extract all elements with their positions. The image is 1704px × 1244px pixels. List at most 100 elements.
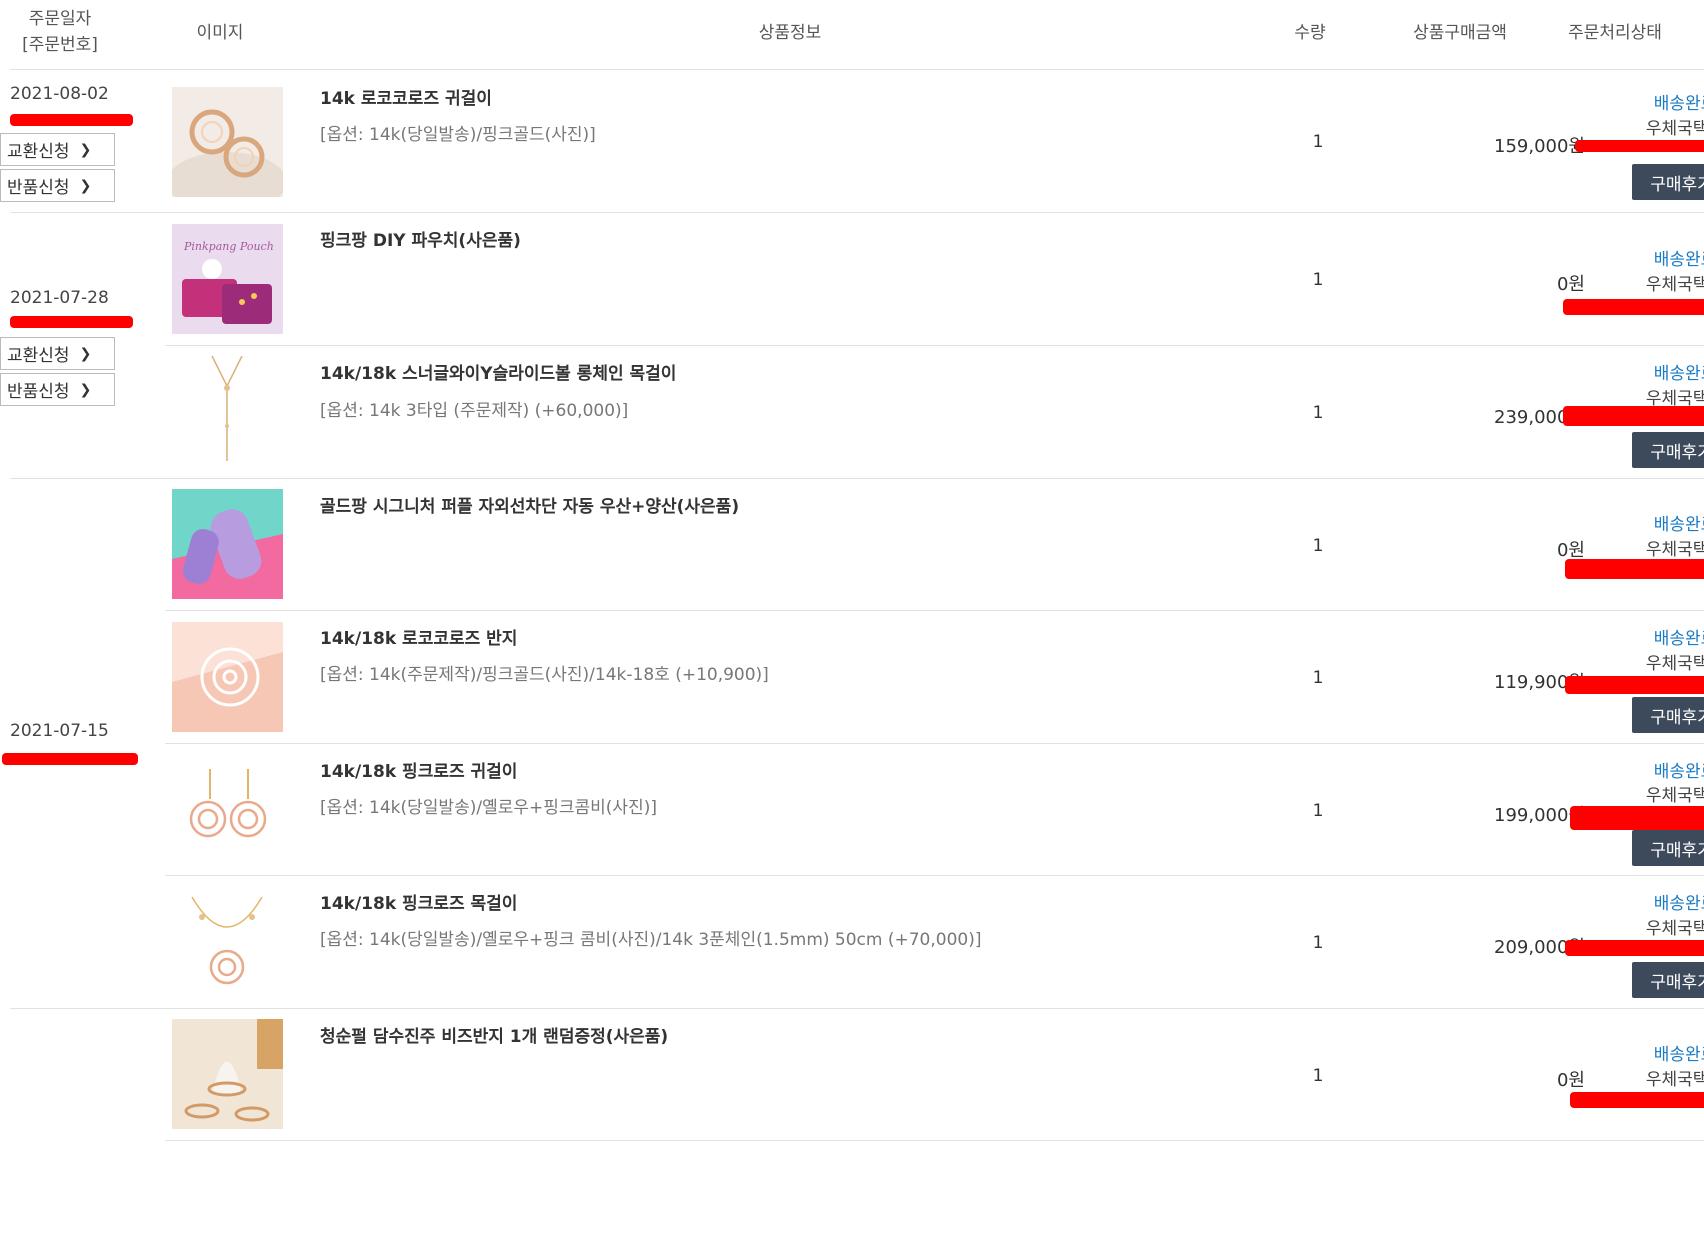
redacted-tracking-number: [1565, 940, 1704, 956]
product-image[interactable]: Pinkpang Pouch: [172, 224, 283, 334]
header-status: 주문처리상태: [1568, 23, 1662, 43]
amount: 0원: [1556, 1070, 1585, 1091]
divider: [165, 1140, 1704, 1141]
chevron-right-icon: ❯: [79, 177, 92, 194]
redacted-tracking-number: [1565, 676, 1704, 694]
amount: 119,900원: [1494, 672, 1585, 693]
quantity: 1: [1312, 1066, 1324, 1086]
header-amount: 상품구매금액: [1413, 23, 1507, 43]
amount: 159,000원: [1494, 136, 1585, 157]
product-option: [옵션: 14k(당일발송)/옐로우+핑크콤비(사진)]: [320, 798, 657, 818]
review-button[interactable]: 구매후기❯: [1632, 432, 1704, 468]
amount: 199,000원: [1494, 805, 1585, 826]
product-image[interactable]: [172, 754, 283, 864]
exchange-button[interactable]: 교환신청 ❯: [0, 133, 115, 166]
product-image[interactable]: [172, 356, 283, 466]
product-image[interactable]: [172, 1019, 283, 1129]
redacted-tracking-number: [1563, 299, 1704, 315]
quantity: 1: [1312, 132, 1324, 152]
product-name[interactable]: 14k 로코코로즈 귀걸이: [320, 84, 492, 109]
carrier-name: 우체국택배: [1645, 919, 1704, 939]
product-image[interactable]: [172, 887, 283, 997]
carrier-name: 우체국택배: [1645, 654, 1704, 674]
header-image: 이미지: [196, 23, 244, 43]
review-button[interactable]: 구매후기❯: [1632, 697, 1704, 733]
quantity: 1: [1312, 933, 1324, 953]
product-option: [옵션: 14k(당일발송)/옐로우+핑크 콤비(사진)/14k 3푼체인(1.…: [320, 930, 982, 950]
review-button[interactable]: 구매후기❯: [1632, 962, 1704, 998]
header-product-info: 상품정보: [758, 23, 822, 43]
order-date: 2021-07-28: [10, 288, 109, 308]
table-header: 주문일자 [주문번호] 이미지 상품정보 수량 상품구매금액 주문처리상태: [10, 0, 1704, 70]
delivery-status-link[interactable]: 배송완료: [1585, 889, 1704, 914]
redacted-tracking-number: [1563, 406, 1704, 426]
pouch-script-text: Pinkpang Pouch: [183, 240, 274, 253]
product-option: [옵션: 14k(당일발송)/핑크골드(사진)]: [320, 125, 596, 145]
carrier-name: 우체국택배: [1645, 119, 1704, 139]
review-button[interactable]: 구매후기❯: [1632, 830, 1704, 866]
product-image[interactable]: [172, 622, 283, 732]
product-option: [옵션: 14k(주문제작)/핑크골드(사진)/14k-18호 (+10,900…: [320, 665, 769, 685]
return-button[interactable]: 반품신청 ❯: [0, 373, 115, 406]
return-button[interactable]: 반품신청 ❯: [0, 169, 115, 202]
return-label: 반품신청: [7, 382, 70, 402]
amount: 239,000원: [1494, 407, 1585, 428]
header-order-number-label: [주문번호]: [22, 35, 98, 55]
order-item-row: 14k 로코코로즈 귀걸이 [옵션: 14k(당일발송)/핑크골드(사진)] 1…: [165, 70, 1704, 212]
order-item-row: 청순펄 담수진주 비즈반지 1개 랜덤증정(사은품) 1 0원 배송완료 우체국…: [165, 1009, 1704, 1141]
delivery-status-link[interactable]: 배송완료: [1585, 757, 1704, 782]
redacted-tracking-number: [1565, 559, 1704, 579]
redacted-order-number: [2, 753, 138, 765]
product-name[interactable]: 14k/18k 스너글와이Y슬라이드볼 롱체인 목걸이: [320, 359, 676, 384]
carrier-name: 우체국택배: [1645, 1070, 1704, 1090]
order-item-row: 골드팡 시그니처 퍼플 자외선차단 자동 우산+양산(사은품) 1 0원 배송완…: [165, 479, 1704, 611]
delivery-status-link[interactable]: 배송완료: [1585, 245, 1704, 270]
order-item-row: 14k/18k 로코코로즈 반지 [옵션: 14k(주문제작)/핑크골드(사진)…: [165, 611, 1704, 743]
exchange-label: 교환신청: [7, 346, 70, 366]
redacted-order-number: [10, 316, 133, 328]
order-date: 2021-08-02: [10, 84, 109, 104]
delivery-status-link[interactable]: 배송완료: [1585, 510, 1704, 535]
delivery-status-link[interactable]: 배송완료: [1585, 89, 1704, 114]
redacted-tracking-number: [1570, 1092, 1704, 1108]
redacted-order-number: [10, 114, 133, 126]
amount: 0원: [1556, 540, 1585, 561]
exchange-button[interactable]: 교환신청 ❯: [0, 337, 115, 370]
chevron-right-icon: ❯: [79, 345, 92, 362]
chevron-right-icon: ❯: [79, 141, 92, 158]
review-label: 구매후기: [1650, 442, 1704, 463]
product-image[interactable]: [172, 87, 283, 197]
carrier-name: 우체국택배: [1645, 540, 1704, 560]
delivery-status-link[interactable]: 배송완료: [1585, 1040, 1704, 1065]
review-button[interactable]: 구매후기❯: [1632, 164, 1704, 200]
product-name[interactable]: 14k/18k 핑크로즈 귀걸이: [320, 757, 517, 782]
exchange-label: 교환신청: [7, 142, 70, 162]
product-option: [옵션: 14k 3타입 (주문제작) (+60,000)]: [320, 401, 629, 421]
product-name[interactable]: 핑크팡 DIY 파우치(사은품): [320, 226, 521, 251]
carrier-name: 우체국택배: [1645, 275, 1704, 295]
delivery-status-link[interactable]: 배송완료: [1585, 624, 1704, 649]
review-label: 구매후기: [1650, 972, 1704, 993]
amount: 209,000원: [1494, 937, 1585, 958]
order-item-row: 14k/18k 스너글와이Y슬라이드볼 롱체인 목걸이 [옵션: 14k 3타입…: [165, 346, 1704, 478]
return-label: 반품신청: [7, 178, 70, 198]
order-item-row: 14k/18k 핑크로즈 귀걸이 [옵션: 14k(당일발송)/옐로우+핑크콤비…: [165, 744, 1704, 876]
order-item-row: 14k/18k 핑크로즈 목걸이 [옵션: 14k(당일발송)/옐로우+핑크 콤…: [165, 876, 1704, 1008]
quantity: 1: [1312, 536, 1324, 556]
product-name[interactable]: 청순펄 담수진주 비즈반지 1개 랜덤증정(사은품): [320, 1022, 668, 1047]
chevron-right-icon: ❯: [79, 381, 92, 398]
product-name[interactable]: 14k/18k 핑크로즈 목걸이: [320, 889, 517, 914]
product-name[interactable]: 14k/18k 로코코로즈 반지: [320, 624, 517, 649]
amount: 0원: [1556, 274, 1585, 295]
product-name[interactable]: 골드팡 시그니처 퍼플 자외선차단 자동 우산+양산(사은품): [320, 492, 739, 517]
delivery-status-link[interactable]: 배송완료: [1585, 359, 1704, 384]
product-image[interactable]: [172, 489, 283, 599]
review-label: 구매후기: [1650, 840, 1704, 861]
quantity: 1: [1312, 403, 1324, 423]
header-order-date: 주문일자 [주문번호]: [10, 6, 110, 58]
header-quantity: 수량: [1294, 23, 1326, 43]
review-label: 구매후기: [1650, 707, 1704, 728]
quantity: 1: [1312, 801, 1324, 821]
redacted-tracking-number: [1575, 140, 1704, 152]
review-label: 구매후기: [1650, 174, 1704, 195]
